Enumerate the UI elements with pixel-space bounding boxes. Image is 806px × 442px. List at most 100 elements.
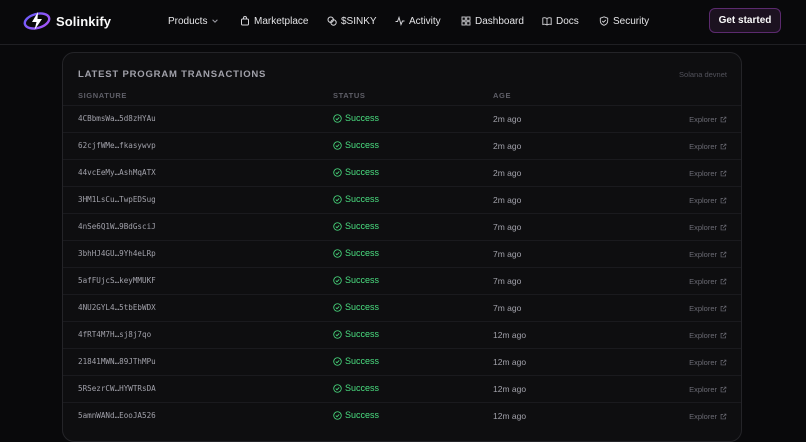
external-link-icon <box>720 386 727 393</box>
check-circle-icon <box>333 194 342 204</box>
status-badge: Success <box>333 140 379 150</box>
external-link-icon <box>720 251 727 258</box>
explorer-link[interactable]: Explorer <box>689 304 727 313</box>
explorer-link[interactable]: Explorer <box>689 115 727 124</box>
signature-link[interactable]: 3HM1LsCu…TwpEDSug <box>78 195 156 204</box>
age-label: 12m ago <box>493 411 527 421</box>
chevron-down-icon <box>212 19 219 23</box>
status-label: Success <box>345 275 380 285</box>
check-circle-icon <box>333 140 342 150</box>
check-circle-icon <box>333 356 342 366</box>
status-label: Success <box>345 113 380 123</box>
brand-logo[interactable]: Solinkify <box>23 10 111 32</box>
status-badge: Success <box>333 113 379 123</box>
brand-name: Solinkify <box>56 13 112 29</box>
table-row: 3HM1LsCu…TwpEDSug Success 2m ago Explorer <box>63 186 741 214</box>
nav-dashboard-label: Dashboard <box>475 15 524 27</box>
nav-token-label: $SINKY <box>341 15 377 27</box>
table-row: 21841MWN…89JThMPu Success 12m ago Explorer <box>63 348 741 376</box>
age-label: 7m ago <box>493 303 522 313</box>
signature-link[interactable]: 4CBbmsWa…5d8zHYAu <box>78 114 156 123</box>
explorer-link[interactable]: Explorer <box>689 412 727 421</box>
status-label: Success <box>345 248 380 258</box>
explorer-link[interactable]: Explorer <box>689 169 727 178</box>
check-circle-icon <box>333 221 342 231</box>
nav-activity-label: Activity <box>409 15 441 27</box>
explorer-label: Explorer <box>689 223 717 232</box>
nav-token[interactable]: $SINKY <box>327 13 377 29</box>
signature-link[interactable]: 4NU2GYL4…5tbEbWDX <box>78 303 156 312</box>
explorer-label: Explorer <box>689 142 717 151</box>
status-badge: Success <box>333 356 379 366</box>
check-circle-icon <box>333 383 342 393</box>
explorer-link[interactable]: Explorer <box>689 250 727 259</box>
table-row: 5RSezrCW…HYWTRsDA Success 12m ago Explorer <box>63 375 741 403</box>
signature-link[interactable]: 5RSezrCW…HYWTRsDA <box>78 384 156 393</box>
status-label: Success <box>345 221 380 231</box>
status-badge: Success <box>333 275 379 285</box>
age-label: 12m ago <box>493 330 527 340</box>
table-row: 5amnWANd…EooJA526 Success 12m ago Explorer <box>63 402 741 430</box>
status-label: Success <box>345 383 380 393</box>
nav-products-label: Products <box>168 15 208 27</box>
signature-link[interactable]: 62cjfWMe…fkasywvp <box>78 141 156 150</box>
age-label: 2m ago <box>493 114 522 124</box>
check-circle-icon <box>333 275 342 285</box>
nav-docs[interactable]: Docs <box>542 13 579 29</box>
external-link-icon <box>720 116 727 123</box>
signature-link[interactable]: 5afFUjcS…keyMMUKF <box>78 276 156 285</box>
explorer-link[interactable]: Explorer <box>689 385 727 394</box>
status-label: Success <box>345 194 380 204</box>
table-row: 5afFUjcS…keyMMUKF Success 7m ago Explorer <box>63 267 741 295</box>
table-row: 4CBbmsWa…5d8zHYAu Success 2m ago Explorer <box>63 105 741 133</box>
lightning-logo-icon <box>23 12 51 30</box>
signature-link[interactable]: 3bhHJ4GU…9Yh4eLRp <box>78 249 156 258</box>
status-badge: Success <box>333 221 379 231</box>
explorer-link[interactable]: Explorer <box>689 331 727 340</box>
external-link-icon <box>720 197 727 204</box>
table-row: 4nSe6Q1W…9BdGsciJ Success 7m ago Explorer <box>63 213 741 241</box>
explorer-label: Explorer <box>689 331 717 340</box>
column-header-age: AGE <box>493 91 512 100</box>
status-badge: Success <box>333 383 379 393</box>
explorer-label: Explorer <box>689 412 717 421</box>
age-label: 2m ago <box>493 141 522 151</box>
shopping-bag-icon <box>241 16 249 26</box>
check-circle-icon <box>333 113 342 123</box>
nav-marketplace[interactable]: Marketplace <box>240 13 308 29</box>
explorer-link[interactable]: Explorer <box>689 223 727 232</box>
get-started-button[interactable]: Get started <box>709 8 781 33</box>
status-badge: Success <box>333 302 379 312</box>
table-row: 62cjfWMe…fkasywvp Success 2m ago Explorer <box>63 132 741 160</box>
activity-pulse-icon <box>395 16 405 26</box>
signature-link[interactable]: 4fRT4M7H…sj8j7qo <box>78 330 151 339</box>
status-label: Success <box>345 140 380 150</box>
nav-products[interactable]: Products <box>168 13 219 29</box>
explorer-link[interactable]: Explorer <box>689 277 727 286</box>
column-header-signature: SIGNATURE <box>78 91 128 100</box>
status-label: Success <box>345 329 380 339</box>
nav-activity[interactable]: Activity <box>395 13 441 29</box>
external-link-icon <box>720 305 727 312</box>
age-label: 12m ago <box>493 357 527 367</box>
signature-link[interactable]: 21841MWN…89JThMPu <box>78 357 156 366</box>
external-link-icon <box>720 170 727 177</box>
nav-security[interactable]: Security <box>599 13 649 29</box>
explorer-link[interactable]: Explorer <box>689 142 727 151</box>
grid-icon <box>461 16 471 26</box>
age-label: 2m ago <box>493 195 522 205</box>
explorer-link[interactable]: Explorer <box>689 196 727 205</box>
external-link-icon <box>720 278 727 285</box>
explorer-link[interactable]: Explorer <box>689 358 727 367</box>
column-header-status: STATUS <box>333 91 366 100</box>
signature-link[interactable]: 44vcEeMy…AshMqATX <box>78 168 156 177</box>
nav-dashboard[interactable]: Dashboard <box>461 13 524 29</box>
check-circle-icon <box>333 302 342 312</box>
signature-link[interactable]: 5amnWANd…EooJA526 <box>78 411 156 420</box>
explorer-label: Explorer <box>689 385 717 394</box>
signature-link[interactable]: 4nSe6Q1W…9BdGsciJ <box>78 222 156 231</box>
check-circle-icon <box>333 248 342 258</box>
status-badge: Success <box>333 329 379 339</box>
external-link-icon <box>720 413 727 420</box>
table-row: 4fRT4M7H…sj8j7qo Success 12m ago Explorer <box>63 321 741 349</box>
